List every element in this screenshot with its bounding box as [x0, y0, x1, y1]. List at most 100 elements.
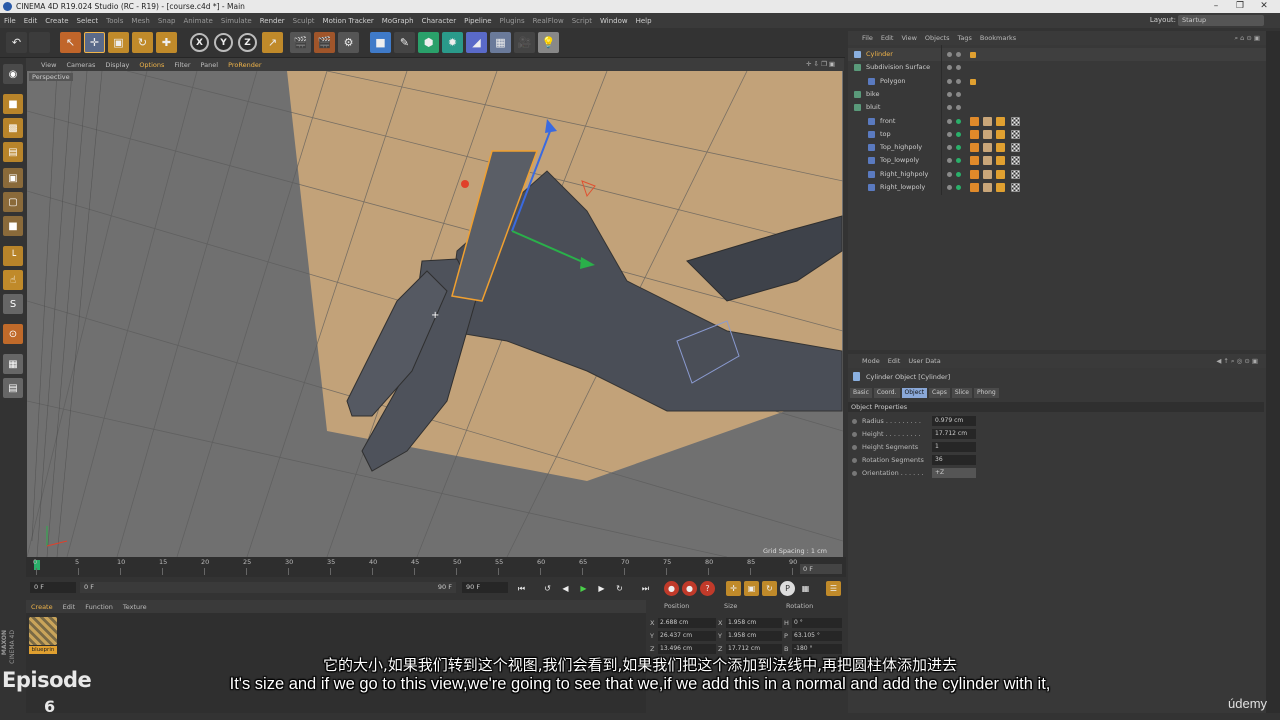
- size-x-field[interactable]: 1.958 cm: [726, 618, 782, 628]
- visibility-dot[interactable]: [947, 145, 952, 151]
- visibility-dot[interactable]: [947, 118, 952, 124]
- material-tag-icon[interactable]: [983, 156, 992, 166]
- visibility-dot[interactable]: [947, 185, 952, 190]
- object-row[interactable]: bike: [848, 88, 1266, 101]
- render-dot[interactable]: [956, 118, 961, 124]
- visibility-dot[interactable]: [947, 131, 952, 137]
- texture-checker-icon[interactable]: [1011, 183, 1020, 192]
- phong-tag-icon[interactable]: [970, 52, 976, 58]
- object-manager-tools-icons[interactable]: ⌕ ⌂ ⊙ ▣: [1230, 31, 1264, 45]
- axis-mode-icon[interactable]: └: [3, 246, 23, 266]
- material-tag-icon[interactable]: [970, 143, 979, 153]
- visibility-dot[interactable]: [947, 78, 952, 84]
- menu-create[interactable]: Create: [41, 14, 72, 29]
- camera-icon[interactable]: 🎥: [514, 32, 535, 53]
- position-y-field[interactable]: 26.437 cm: [658, 631, 716, 641]
- texture-checker-icon[interactable]: [1011, 143, 1020, 153]
- layout-select[interactable]: Startup: [1178, 15, 1264, 26]
- move-tool-icon[interactable]: ✛: [84, 32, 105, 53]
- maximize-button[interactable]: ❐: [1228, 0, 1252, 13]
- texture-checker-icon[interactable]: [1011, 156, 1020, 166]
- material-tag-icon[interactable]: [970, 169, 979, 179]
- right-side-tabs[interactable]: [1266, 31, 1280, 713]
- render-dot[interactable]: [956, 78, 961, 84]
- polygons-mode-icon[interactable]: ■: [3, 216, 23, 236]
- object-name[interactable]: Right_highpoly: [880, 168, 928, 181]
- rotation-key-icon[interactable]: ↻: [762, 581, 777, 596]
- texture-checker-icon[interactable]: [1011, 129, 1020, 139]
- material-tag-icon[interactable]: [970, 183, 979, 192]
- timeline-window-icon[interactable]: ☰: [826, 581, 841, 596]
- menu-sculpt[interactable]: Sculpt: [289, 14, 319, 29]
- object-name[interactable]: front: [880, 115, 895, 128]
- render-dot[interactable]: [956, 52, 961, 57]
- point-level-key-icon[interactable]: ▦: [798, 581, 813, 596]
- minimize-button[interactable]: –: [1204, 0, 1228, 13]
- visibility-dot[interactable]: [947, 65, 952, 71]
- attribute-menu-user-data[interactable]: User Data: [904, 354, 944, 368]
- texture-checker-icon[interactable]: [1011, 116, 1020, 126]
- attribute-menu-mode[interactable]: Mode: [858, 354, 884, 368]
- material-tag-icon[interactable]: [996, 129, 1005, 139]
- viewport-nav-icons[interactable]: ✛ ⇩ ❐ ▣: [801, 58, 840, 71]
- edges-mode-icon[interactable]: ▢: [3, 192, 23, 212]
- render-dot[interactable]: [956, 105, 961, 111]
- render-picture-viewer-icon[interactable]: 🎬: [314, 32, 335, 53]
- menu-tools[interactable]: Tools: [102, 14, 127, 29]
- redo-icon[interactable]: [29, 32, 50, 53]
- object-name[interactable]: Top_lowpoly: [880, 154, 919, 167]
- menu-snap[interactable]: Snap: [154, 14, 180, 29]
- render-dot[interactable]: [956, 65, 961, 71]
- object-menu-bookmarks[interactable]: Bookmarks: [976, 31, 1020, 45]
- animate-radio-icon[interactable]: [852, 471, 857, 476]
- render-dot[interactable]: [956, 185, 961, 190]
- attribute-menu-edit[interactable]: Edit: [884, 354, 905, 368]
- material-tag-icon[interactable]: [983, 116, 992, 126]
- object-name[interactable]: Subdivision Surface: [866, 61, 930, 74]
- animate-radio-icon[interactable]: [852, 458, 857, 463]
- material-tag-icon[interactable]: [996, 156, 1005, 166]
- menu-simulate[interactable]: Simulate: [217, 14, 256, 29]
- material-tag-icon[interactable]: [983, 169, 992, 179]
- tab-basic[interactable]: Basic: [850, 388, 872, 398]
- workplane-mode-icon[interactable]: ▤: [3, 142, 23, 162]
- material-tag-icon[interactable]: [996, 169, 1005, 179]
- pen-spline-icon[interactable]: ✎: [394, 32, 415, 53]
- start-frame-field[interactable]: 0 F: [30, 582, 76, 593]
- menu-render[interactable]: Render: [256, 14, 289, 29]
- menu-help[interactable]: Help: [632, 14, 656, 29]
- object-row[interactable]: Top_highpoly: [848, 141, 1266, 154]
- menu-script[interactable]: Script: [568, 14, 596, 29]
- height-segments-field[interactable]: 1: [932, 442, 976, 452]
- x-axis-lock-button[interactable]: X: [190, 33, 209, 52]
- animate-radio-icon[interactable]: [852, 419, 857, 424]
- undo-icon[interactable]: ↶: [6, 32, 27, 53]
- tab-phong[interactable]: Phong: [974, 388, 999, 398]
- object-manager-divider[interactable]: [941, 45, 942, 195]
- rotation-h-field[interactable]: 0 °: [792, 618, 842, 628]
- visibility-dot[interactable]: [947, 91, 952, 97]
- previous-key-icon[interactable]: ↺: [540, 581, 555, 596]
- rotation-p-field[interactable]: 63.105 °: [792, 631, 842, 641]
- tab-object[interactable]: Object: [901, 388, 928, 398]
- next-key-icon[interactable]: ↻: [612, 581, 627, 596]
- make-editable-icon[interactable]: ◉: [3, 64, 23, 84]
- material-thumbnail[interactable]: [29, 617, 57, 645]
- height-field[interactable]: 17.712 cm: [932, 429, 976, 439]
- go-to-end-icon[interactable]: ⏭: [638, 581, 653, 596]
- menu-window[interactable]: Window: [596, 14, 632, 29]
- object-name[interactable]: Right_lowpoly: [880, 181, 925, 194]
- render-dot[interactable]: [956, 131, 961, 137]
- next-frame-icon[interactable]: ▶: [594, 581, 609, 596]
- rotation-b-field[interactable]: -180 °: [792, 644, 842, 654]
- material-tag-icon[interactable]: [970, 156, 979, 166]
- menu-mesh[interactable]: Mesh: [127, 14, 153, 29]
- object-name[interactable]: Cylinder: [866, 48, 893, 61]
- object-name[interactable]: top: [880, 128, 891, 141]
- tab-slice[interactable]: Slice: [951, 388, 972, 398]
- rotation-segments-field[interactable]: 36: [932, 455, 976, 465]
- z-axis-lock-button[interactable]: Z: [238, 33, 257, 52]
- planar-workplane-icon[interactable]: ▤: [3, 378, 23, 398]
- menu-character[interactable]: Character: [418, 14, 461, 29]
- object-menu-tags[interactable]: Tags: [953, 31, 975, 45]
